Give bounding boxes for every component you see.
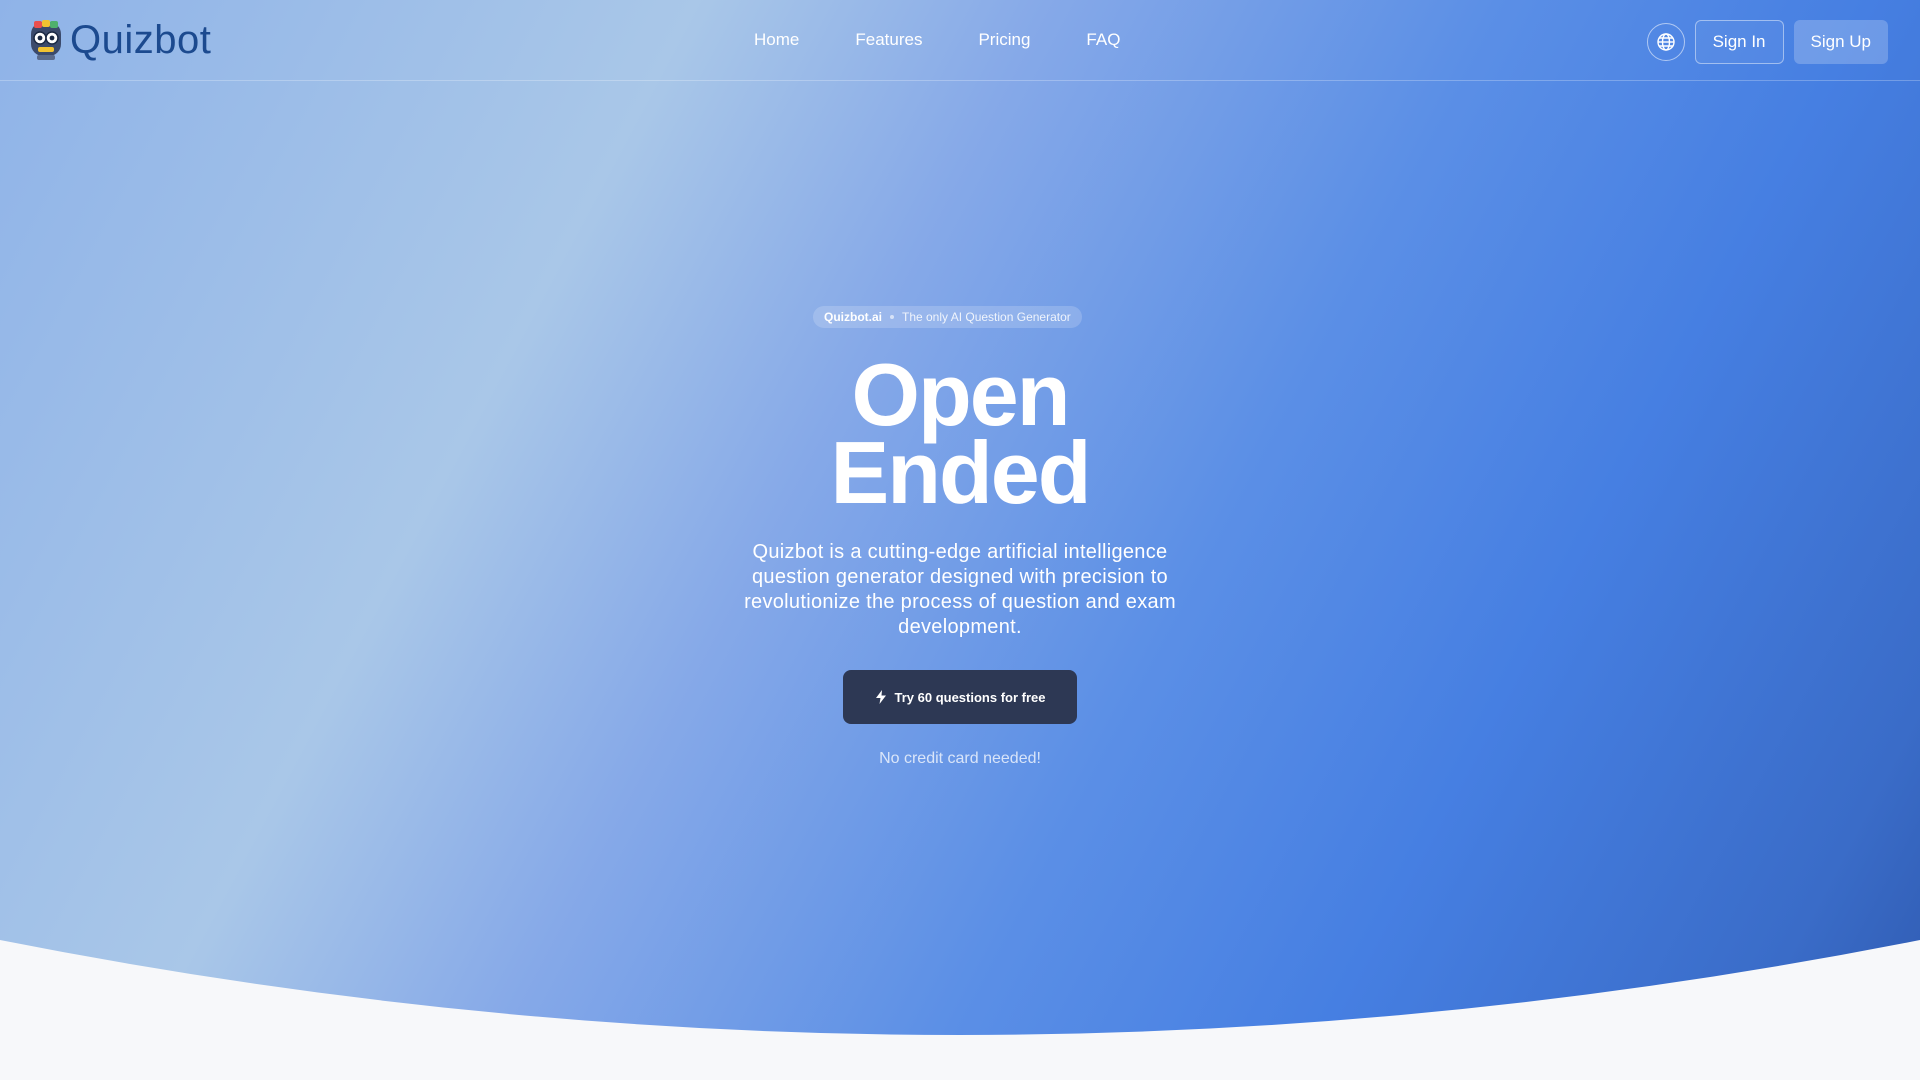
no-credit-card-note: No credit card needed! [879,750,1041,767]
pill-brand: Quizbot.ai [824,310,882,324]
lightning-icon [875,690,886,704]
header-actions: Sign In Sign Up [1646,20,1888,64]
language-button[interactable] [1646,23,1685,61]
pill-text: The only AI Question Generator [902,310,1071,324]
bottom-curve-divider [0,940,1920,1080]
try-free-label: Try 60 questions for free [894,689,1046,705]
site-header: Quizbot Home Features Pricing FAQ Sign I… [0,0,1920,81]
nav-home[interactable]: Home [754,22,799,58]
hero-title-line-2: Ended [830,423,1092,522]
logo-text: Quizbot [70,18,212,62]
sign-in-button[interactable]: Sign In [1694,20,1784,64]
logo[interactable]: Quizbot [28,18,211,62]
pill-separator-dot [890,315,894,319]
hero-title: Open Ended [0,351,1920,522]
try-free-button[interactable]: Try 60 questions for free [843,670,1077,724]
hero-description: Quizbot is a cutting-edge artificial int… [744,541,1176,638]
nav-features[interactable]: Features [855,22,922,58]
sign-up-button[interactable]: Sign Up [1793,20,1888,64]
landing-page: Quizbot Home Features Pricing FAQ Sign I… [0,0,1920,1080]
hero-tagline-pill: Quizbot.ai The only AI Question Generato… [813,306,1082,328]
globe-icon [1656,33,1675,51]
nav-pricing[interactable]: Pricing [978,22,1030,58]
robot-logo-icon [31,20,61,60]
nav-faq[interactable]: FAQ [1086,22,1120,58]
main-nav: Home Features Pricing FAQ [754,22,1176,58]
